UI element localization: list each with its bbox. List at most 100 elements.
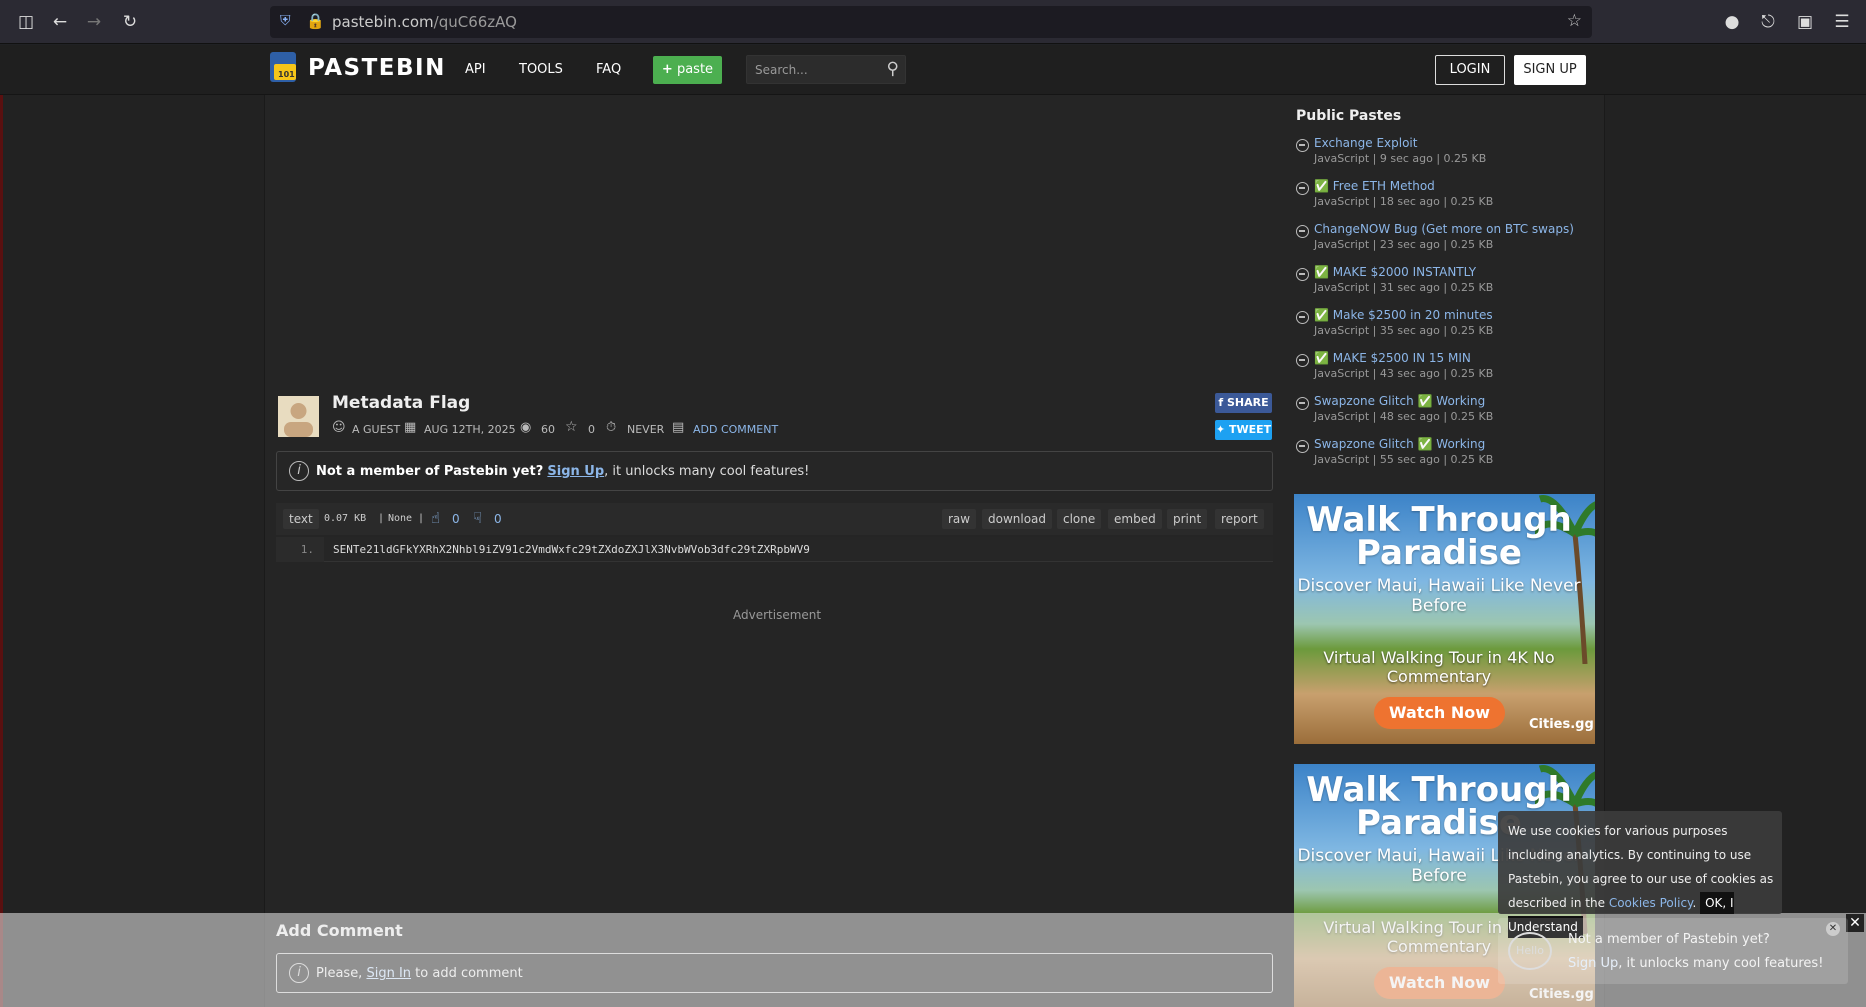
login-button[interactable]: LOGIN <box>1435 55 1505 85</box>
embed-button[interactable]: embed <box>1108 509 1162 529</box>
signin-notice: i Please, Sign In to add comment <box>276 953 1273 993</box>
plus-icon: + <box>661 62 673 77</box>
notice-signup-link[interactable]: Sign Up <box>547 464 604 479</box>
left-gutter <box>3 95 265 1007</box>
raw-button[interactable]: raw <box>942 509 977 529</box>
shield-icon[interactable]: ⛨ <box>280 13 291 29</box>
nav-api[interactable]: API <box>465 62 486 77</box>
account-icon[interactable]: ● <box>1722 12 1742 32</box>
syntax-tag[interactable]: text <box>283 509 319 529</box>
bookmark-star-icon[interactable]: ☆ <box>1567 11 1582 31</box>
public-paste-meta: JavaScript | 48 sec ago | 0.25 KB <box>1314 410 1494 423</box>
forward-icon[interactable]: → <box>84 12 104 32</box>
dislikes-count: 0 <box>494 512 502 526</box>
paste-stars: 0 <box>588 423 595 436</box>
facebook-share-button[interactable]: f SHARE <box>1215 393 1272 413</box>
report-button[interactable]: report <box>1215 509 1264 529</box>
extensions-icon[interactable]: ⎋ <box>1758 12 1778 32</box>
globe-icon <box>1296 440 1309 453</box>
public-paste-item[interactable]: Swapzone Glitch ✅ Working JavaScript | 55… <box>1296 437 1596 477</box>
public-paste-link[interactable]: ✅ Make $2500 in 20 minutes <box>1314 308 1493 322</box>
public-paste-item[interactable]: ✅ MAKE $2500 IN 15 MIN JavaScript | 43 se… <box>1296 351 1596 391</box>
lock-icon[interactable]: 🔒 <box>306 12 325 30</box>
signup-button[interactable]: SIGN UP <box>1514 55 1586 85</box>
close-toast-icon[interactable]: ✕ <box>1826 922 1840 936</box>
globe-icon <box>1296 225 1309 238</box>
search-placeholder: Search... <box>755 63 808 77</box>
cookie-text-end: . <box>1692 896 1697 910</box>
public-paste-meta: JavaScript | 9 sec ago | 0.25 KB <box>1314 152 1487 165</box>
globe-icon <box>1296 311 1309 324</box>
containers-icon[interactable]: ▣ <box>1795 12 1815 32</box>
line-number: 1. <box>276 537 324 562</box>
url-text[interactable]: pastebin.com/quC66zAQ <box>332 13 517 31</box>
star-icon[interactable]: ☆ <box>565 419 578 435</box>
sidebar-ad[interactable]: Walk Through Paradise Discover Maui, Haw… <box>1294 494 1595 744</box>
sidebar-toggle-icon[interactable]: ◫ <box>16 12 36 32</box>
public-paste-link[interactable]: ✅ MAKE $2500 IN 15 MIN <box>1314 351 1471 365</box>
toast-line1: Not a member of Pastebin yet? <box>1568 932 1770 947</box>
public-paste-item[interactable]: Exchange Exploit JavaScript | 9 sec ago |… <box>1296 136 1596 176</box>
cookies-policy-link[interactable]: Cookies Policy <box>1609 896 1693 910</box>
public-paste-item[interactable]: ChangeNOW Bug (Get more on BTC swaps) Jav… <box>1296 222 1596 262</box>
menu-icon[interactable]: ☰ <box>1832 12 1852 32</box>
clone-button[interactable]: clone <box>1057 509 1102 529</box>
new-paste-button[interactable]: + paste <box>653 56 722 84</box>
close-overlay-icon[interactable]: ✕ <box>1846 914 1864 932</box>
notice-bold: Not a member of Pastebin yet? <box>316 464 544 479</box>
search-input[interactable]: Search... ⚲ <box>746 55 906 84</box>
svg-text:101: 101 <box>278 70 295 79</box>
paste-author: A GUEST <box>352 423 401 436</box>
public-paste-link[interactable]: ChangeNOW Bug (Get more on BTC swaps) <box>1314 222 1574 236</box>
views-icon: ◉ <box>520 420 532 435</box>
paste-size: 0.07 KB <box>324 513 367 524</box>
twitter-icon: ✦ <box>1215 423 1226 436</box>
address-bar[interactable]: ⛨ 🔒 pastebin.com/quC66zAQ ☆ <box>270 6 1592 38</box>
print-button[interactable]: print <box>1167 509 1208 529</box>
paste-expires: NEVER <box>627 423 665 436</box>
reload-icon[interactable]: ↻ <box>120 12 140 32</box>
toast-rest: , it unlocks many cool features! <box>1618 956 1824 971</box>
public-paste-link[interactable]: Exchange Exploit <box>1314 136 1417 150</box>
public-paste-item[interactable]: ✅ Make $2500 in 20 minutes JavaScript | 3… <box>1296 308 1596 348</box>
meta-separator: | <box>418 513 425 524</box>
public-paste-link[interactable]: Swapzone Glitch ✅ Working <box>1314 394 1485 408</box>
add-comment-link[interactable]: ADD COMMENT <box>693 423 778 436</box>
globe-icon <box>1296 182 1309 195</box>
public-paste-meta: JavaScript | 55 sec ago | 0.25 KB <box>1314 453 1494 466</box>
thumbs-up-icon[interactable]: ☝ <box>431 509 440 527</box>
globe-icon <box>1296 139 1309 152</box>
public-paste-link[interactable]: ✅ Free ETH Method <box>1314 179 1435 193</box>
back-icon[interactable]: ← <box>50 12 70 32</box>
paste-views: 60 <box>541 423 555 436</box>
advertisement-label: Advertisement <box>733 608 822 622</box>
paste-date: AUG 12TH, 2025 <box>424 423 516 436</box>
public-paste-item[interactable]: ✅ Free ETH Method JavaScript | 18 sec ago… <box>1296 179 1596 219</box>
search-icon[interactable]: ⚲ <box>887 59 899 79</box>
toast-signup-link[interactable]: Sign Up <box>1568 956 1618 971</box>
public-paste-item[interactable]: Swapzone Glitch ✅ Working JavaScript | 48… <box>1296 394 1596 434</box>
code-line[interactable]: SENTe21ldGFkYXRhX2Nhbl9iZV91c2VmdWxfc29t… <box>333 537 810 562</box>
add-comment-title: Add Comment <box>276 921 403 940</box>
twitter-tweet-button[interactable]: ✦ TWEET <box>1215 420 1272 440</box>
ad-subtitle: Discover Maui, Hawaii Like Never Before <box>1297 576 1581 616</box>
pastebin-logo-icon[interactable]: 101 <box>268 50 300 86</box>
paste-title: Metadata Flag <box>332 393 471 413</box>
ad-brand: Cities.gg <box>1529 717 1594 732</box>
likes-count: 0 <box>452 512 460 526</box>
public-paste-link[interactable]: ✅ MAKE $2000 INSTANTLY <box>1314 265 1476 279</box>
comment-rest: to add comment <box>415 966 523 981</box>
ad-subtitle-2: Virtual Walking Tour in 4K No Commentary <box>1323 648 1555 686</box>
public-paste-item[interactable]: ✅ MAKE $2000 INSTANTLY JavaScript | 31 se… <box>1296 265 1596 305</box>
ad-headline: Walk Through Paradise <box>1306 500 1572 573</box>
thumbs-down-icon[interactable]: ☟ <box>473 509 482 527</box>
globe-icon <box>1296 354 1309 367</box>
public-paste-link[interactable]: Swapzone Glitch ✅ Working <box>1314 437 1485 451</box>
signin-link[interactable]: Sign In <box>366 966 411 981</box>
nav-faq[interactable]: FAQ <box>596 62 621 77</box>
download-button[interactable]: download <box>982 509 1053 529</box>
nav-tools[interactable]: TOOLS <box>519 62 563 77</box>
logo-text[interactable]: PASTEBIN <box>308 55 446 81</box>
info-icon: i <box>289 963 309 983</box>
ad-watch-now-button[interactable]: Watch Now <box>1374 697 1505 729</box>
